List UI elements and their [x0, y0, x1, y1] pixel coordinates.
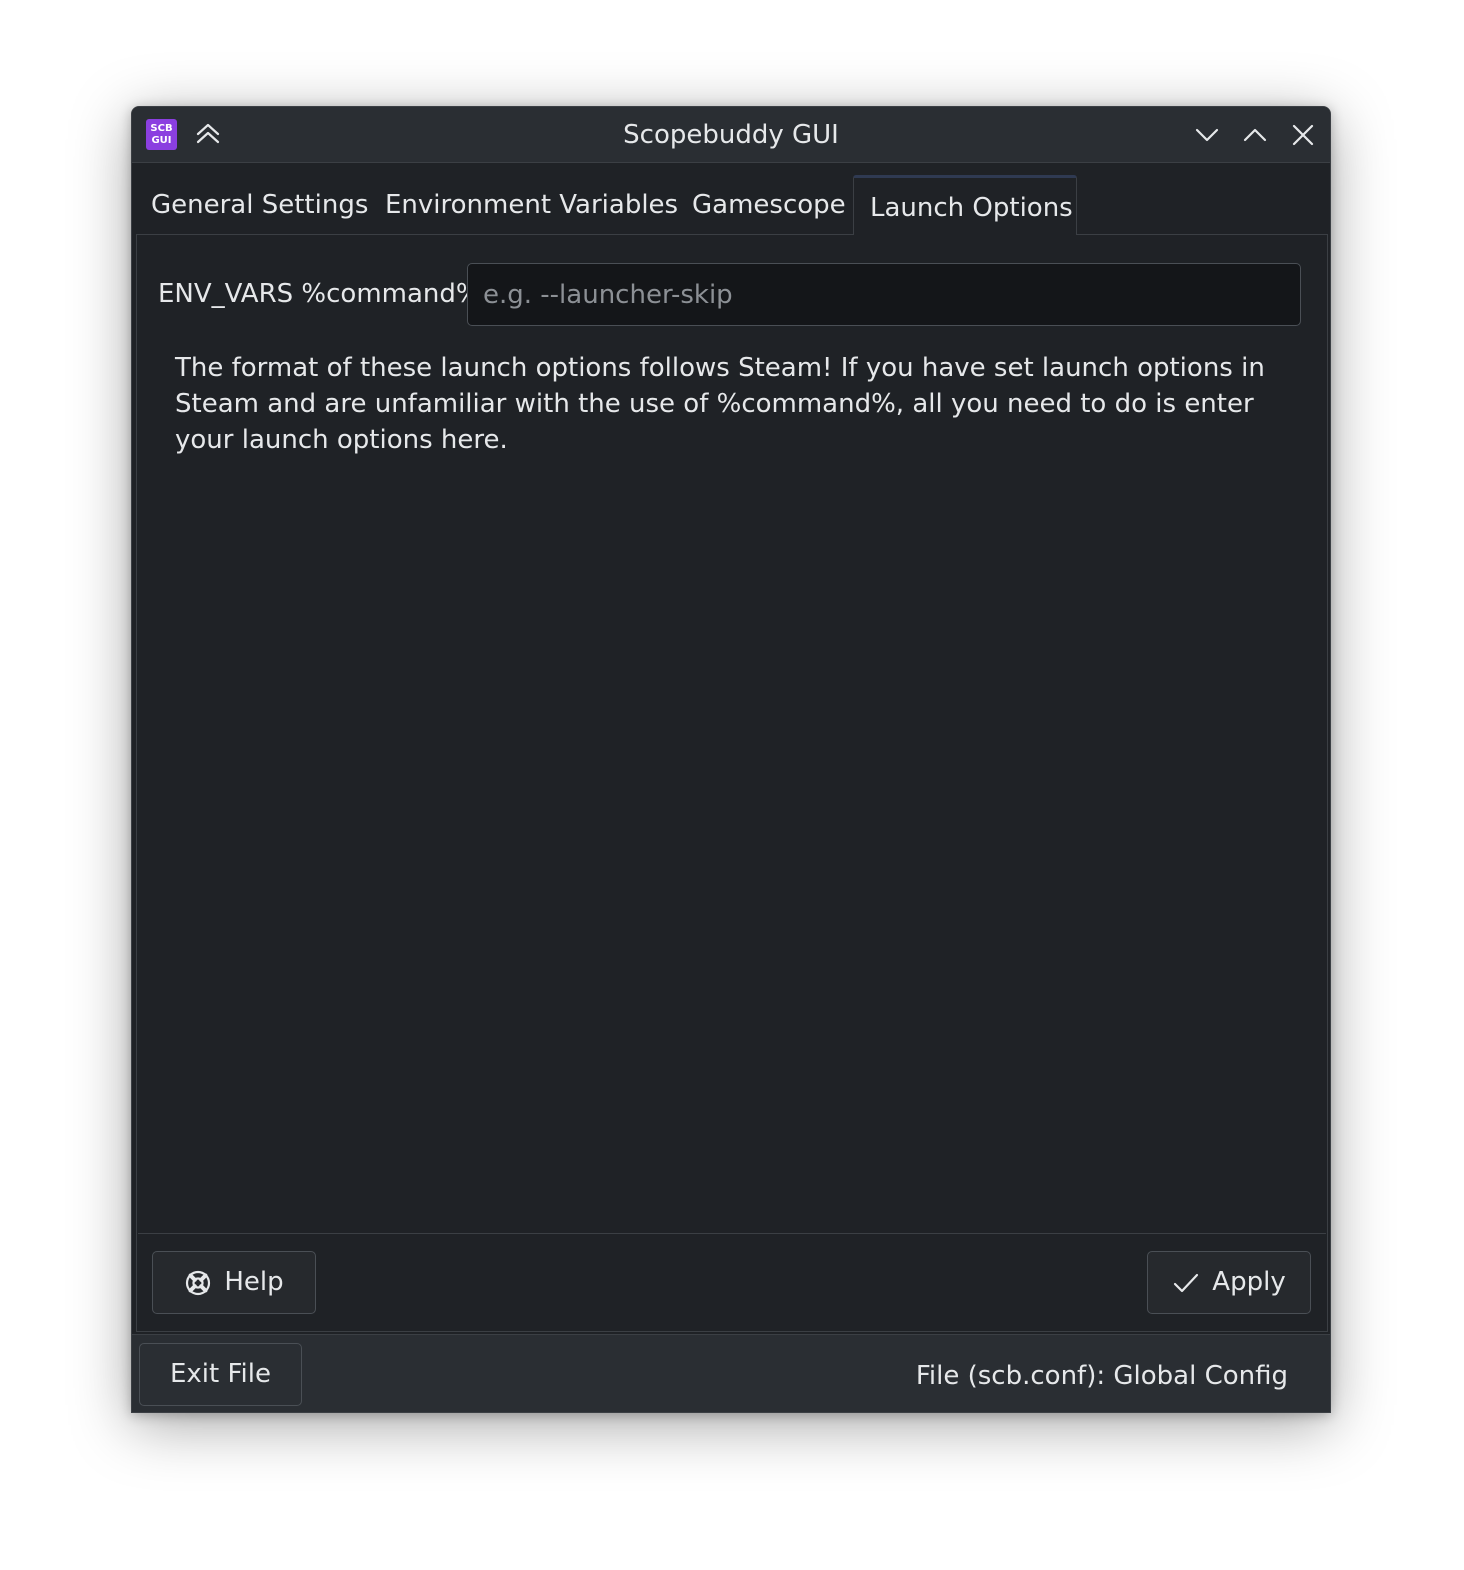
launch-options-input[interactable] — [467, 263, 1301, 326]
tab-launch-options[interactable]: Launch Options — [853, 175, 1077, 235]
help-button[interactable]: Help — [152, 1251, 316, 1314]
apply-button[interactable]: Apply — [1147, 1251, 1311, 1314]
tab-bar: General Settings Environment Variables G… — [132, 163, 1330, 235]
title-bar[interactable]: SCB GUI Scopebuddy GUI — [132, 107, 1330, 163]
lifebuoy-icon — [186, 1270, 211, 1295]
app-icon: SCB GUI — [146, 119, 177, 150]
button-row-divider — [138, 1233, 1326, 1234]
launch-options-label: ENV_VARS %command% — [158, 279, 481, 309]
app-window: SCB GUI Scopebuddy GUI General Settings … — [131, 106, 1331, 1413]
window-title: Scopebuddy GUI — [623, 120, 839, 150]
status-bar: Exit File File (scb.conf): Global Config — [132, 1334, 1330, 1412]
panel-bottom-border — [136, 1331, 1328, 1332]
tab-general-settings[interactable]: General Settings — [151, 163, 368, 235]
close-icon[interactable] — [1289, 121, 1317, 149]
apply-button-label: Apply — [1212, 1267, 1286, 1297]
file-status-text: File (scb.conf): Global Config — [915, 1361, 1288, 1391]
tab-gamescope[interactable]: Gamescope — [692, 163, 846, 235]
checkmark-icon — [1174, 1273, 1199, 1292]
tab-environment-variables[interactable]: Environment Variables — [385, 163, 678, 235]
help-button-label: Help — [224, 1267, 284, 1297]
maximize-icon[interactable] — [1241, 121, 1269, 149]
keep-above-icon[interactable] — [194, 121, 222, 149]
exit-file-button[interactable]: Exit File — [139, 1343, 302, 1406]
launch-options-description: The format of these launch options follo… — [175, 353, 1265, 455]
minimize-icon[interactable] — [1193, 121, 1221, 149]
app-icon-text-top: SCB — [150, 122, 173, 134]
app-icon-text-bottom: GUI — [151, 134, 172, 146]
